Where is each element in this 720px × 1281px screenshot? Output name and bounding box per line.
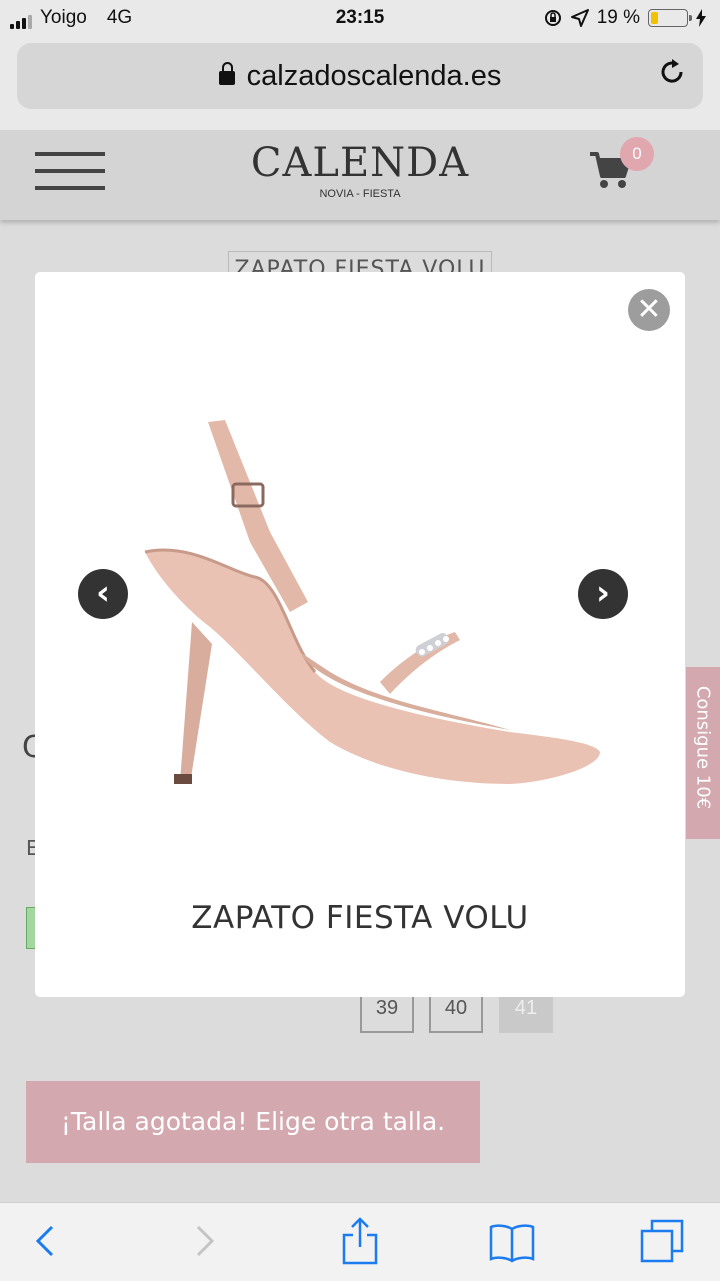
lock-icon (218, 62, 235, 85)
cart-count-badge[interactable]: 0 (620, 137, 654, 171)
tabs-icon[interactable] (638, 1217, 686, 1265)
url-text[interactable]: calzadoscalenda.es (247, 60, 502, 92)
browser-toolbar (0, 1202, 720, 1281)
orientation-lock-icon (544, 10, 561, 26)
bookmarks-icon[interactable] (488, 1217, 536, 1265)
location-icon (570, 9, 589, 27)
soldout-message: ¡Talla agotada! Elige otra talla. (26, 1081, 480, 1163)
browser-address-area: calzadoscalenda.es (0, 38, 720, 130)
battery-percent: 19 % (596, 7, 640, 28)
back-icon[interactable] (22, 1217, 70, 1265)
product-image (144, 420, 600, 784)
battery-icon (648, 9, 692, 27)
address-bar[interactable]: calzadoscalenda.es (17, 43, 703, 109)
reload-icon[interactable] (655, 57, 689, 91)
chevron-left-icon[interactable]: ‹ (78, 569, 128, 619)
forward-icon[interactable] (180, 1217, 228, 1265)
share-icon[interactable] (336, 1217, 384, 1265)
charging-icon (696, 9, 706, 27)
promo-side-label: Consigue 10€ (692, 685, 714, 810)
image-lightbox: ✕ ‹ › ZAPATO FIESTA VOLU (35, 272, 685, 997)
image-caption: ZAPATO FIESTA VOLU (191, 900, 529, 936)
promo-side-tab[interactable]: Consigue 10€ (686, 667, 720, 839)
close-icon[interactable]: ✕ (628, 289, 670, 331)
status-bar: Yoigo 4G 23:15 19 % (0, 0, 720, 38)
site-header: CALENDA NOVIA - FIESTA (0, 130, 720, 220)
